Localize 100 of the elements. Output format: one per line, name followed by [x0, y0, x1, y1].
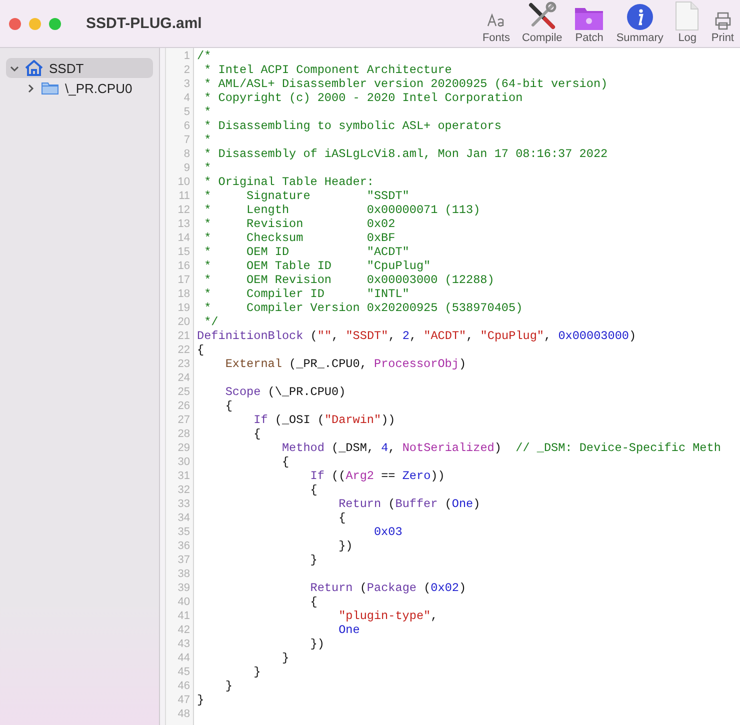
minimize-button[interactable]	[29, 18, 41, 30]
line-number: 39	[176, 582, 191, 594]
line-number: 26	[176, 400, 191, 412]
line-number: 10	[176, 176, 191, 188]
line-number: 21	[176, 330, 191, 342]
line-number: 45	[176, 666, 191, 678]
code-line: If ((Arg2 == Zero))	[309, 469, 445, 483]
line-number: 3	[182, 78, 191, 90]
line-number: 29	[176, 442, 191, 454]
tree-item[interactable]: \_PR.CPU0	[6, 78, 153, 98]
line-number: 25	[176, 386, 191, 398]
code-line: * AML/ASL+ Disassembler version 20200925 (64-bit version)	[203, 77, 608, 91]
line-number: 15	[176, 246, 191, 258]
code-line: {	[197, 343, 204, 357]
toolbar-button[interactable]: Print	[705, 0, 740, 46]
code-line: 0x03	[372, 525, 402, 539]
line-number: 36	[176, 540, 191, 552]
line-number: 11	[178, 190, 191, 202]
code-line: * Revision 0x02	[203, 217, 396, 231]
code-line: * Compiler Version 0x20200925 (538970405)	[203, 301, 523, 315]
tree-item[interactable]: SSDT	[6, 58, 153, 78]
line-number: 14	[176, 232, 191, 244]
line-number: 16	[176, 260, 191, 272]
line-number: 4	[182, 92, 191, 104]
code-line: *	[203, 105, 212, 119]
code-line: * OEM ID "ACDT"	[203, 245, 410, 259]
code-line: }	[224, 679, 232, 693]
code-line: *	[203, 161, 212, 175]
line-number: 23	[176, 358, 191, 370]
code-line: */	[203, 315, 218, 329]
line-number: 30	[176, 456, 191, 468]
code-line: * Disassembly of iASLgLcVi8.aml, Mon Jan 17 08:16:37 2022	[203, 147, 608, 161]
line-number: 28	[176, 428, 191, 440]
line-number: 7	[182, 134, 191, 146]
code-line: * Intel ACPI Component Architecture	[203, 63, 452, 77]
code-line: * Signature "SSDT"	[203, 189, 410, 203]
line-number: 17	[176, 274, 191, 286]
line-number: 18	[176, 288, 191, 300]
line-number: 27	[176, 414, 191, 426]
line-number: 8	[182, 148, 191, 160]
code-line: * Disassembling to symbolic ASL+ operators	[203, 119, 502, 133]
code-line: If (_OSI ("Darwin"))	[252, 413, 396, 427]
code-line: {	[309, 483, 318, 497]
code-line: Return (Buffer (One)	[338, 497, 480, 511]
code-line: {	[309, 595, 318, 609]
line-number: 24	[176, 372, 191, 384]
code-line: DefinitionBlock ("", "SSDT", 2, "ACDT", "CpuPlug", 0x00003000)	[197, 329, 636, 343]
code-line: }	[252, 665, 261, 679]
code-line: Return (Package (0x02)	[309, 581, 466, 595]
toolbar-button[interactable]: Log	[669, 0, 706, 46]
close-button[interactable]	[9, 18, 21, 30]
code-line: * Checksum 0xBF	[203, 231, 396, 245]
line-number: 6	[182, 120, 191, 132]
zoom-button[interactable]	[49, 18, 61, 30]
toolbar-button[interactable]: Compile	[516, 0, 568, 46]
code-line: * OEM Table ID "CpuPlug"	[203, 259, 431, 273]
code-line: /*	[197, 49, 212, 63]
line-number: 41	[176, 610, 191, 622]
tools-icon	[527, 0, 558, 30]
code-line: {	[224, 399, 232, 413]
code-line: {	[252, 427, 261, 441]
line-number: 48	[176, 708, 191, 720]
code-line: * Compiler ID "INTL"	[203, 287, 410, 301]
code-line: }	[309, 553, 318, 567]
line-number: 5	[182, 106, 191, 118]
line-number: 22	[176, 344, 191, 356]
code-line: })	[309, 637, 324, 651]
line-number: 40	[176, 596, 191, 608]
chevron-down-icon[interactable]	[10, 64, 19, 72]
line-number: 33	[176, 498, 191, 510]
code-line: Scope (\_PR.CPU0)	[224, 385, 346, 399]
code-line: }	[280, 651, 290, 665]
line-number: 2	[182, 64, 191, 76]
line-number: 44	[176, 652, 191, 664]
code-line: {	[338, 511, 346, 525]
toolbar-button[interactable]: Fonts	[476, 0, 516, 46]
line-number: 42	[176, 624, 191, 636]
toolbar-button[interactable]: Patch	[568, 0, 610, 46]
line-number: 34	[176, 512, 191, 524]
code-line: * Length 0x00000071 (113)	[203, 203, 480, 217]
info-icon	[626, 2, 654, 30]
line-number: 20	[176, 316, 191, 328]
line-number: 43	[176, 638, 191, 650]
line-number: 13	[176, 218, 191, 230]
toolbar-button[interactable]: Summary	[610, 0, 670, 46]
code-line: * Copyright (c) 2000 - 2020 Intel Corporation	[203, 91, 523, 105]
code-line: * Original Table Header:	[203, 175, 374, 189]
code-line: })	[338, 539, 353, 553]
chevron-right-icon[interactable]	[26, 84, 35, 92]
line-number: 37	[176, 554, 191, 566]
code-line: External (_PR_.CPU0, ProcessorObj)	[224, 357, 466, 371]
folder-icon	[41, 82, 59, 94]
code-line: One	[338, 623, 360, 637]
line-number: 31	[176, 470, 191, 482]
code-line: }	[197, 693, 204, 707]
window-title: SSDT-PLUG.aml	[86, 15, 202, 32]
line-number: 38	[176, 568, 191, 580]
code-line: * OEM Revision 0x00003000 (12288)	[203, 273, 494, 287]
line-number: 47	[176, 694, 191, 706]
code-line: *	[203, 133, 212, 147]
